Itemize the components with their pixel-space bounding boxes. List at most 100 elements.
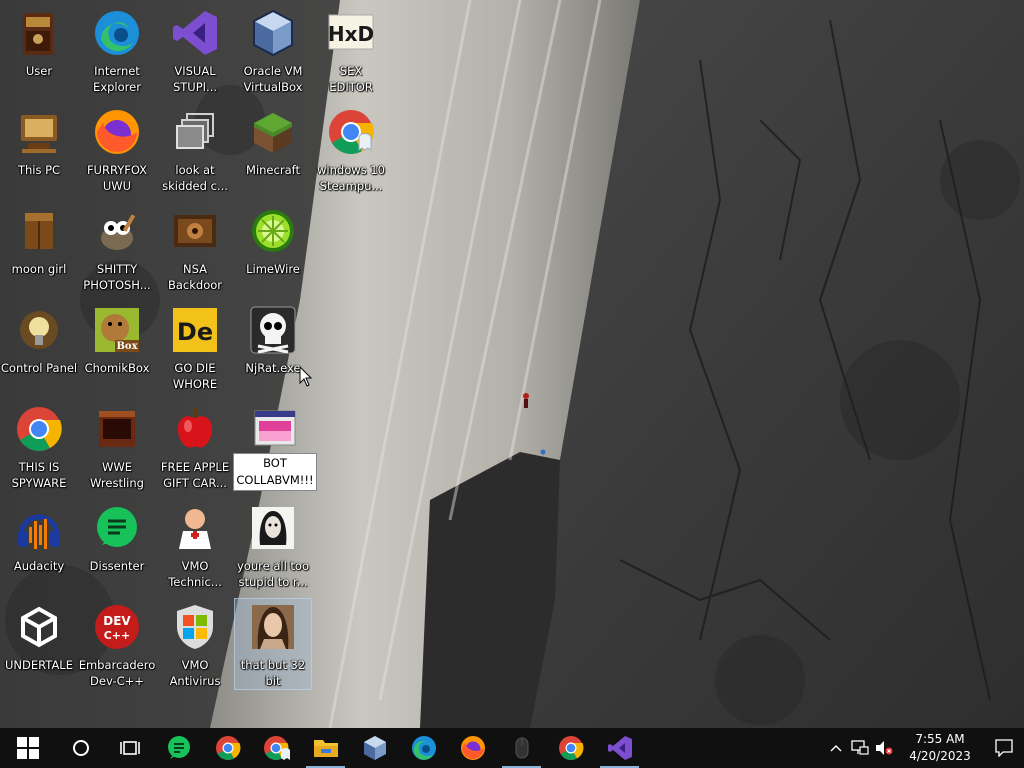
desktop-icon-label: GO DIE WHORE xyxy=(172,361,218,391)
mouse-cursor-icon xyxy=(299,365,313,392)
audacity-headphones-icon xyxy=(15,504,63,552)
desktop-icon-undertale[interactable]: UNDERTALE xyxy=(0,598,78,690)
desktop-icon-label: Control Panel xyxy=(0,361,78,375)
taskbar-clock[interactable]: 7:55 AM 4/20/2023 xyxy=(896,731,984,765)
desktop-icon-audacity[interactable]: Audacity xyxy=(0,499,78,591)
desktop-icon-label: Oracle VM VirtualBox xyxy=(243,64,303,94)
edge-icon xyxy=(93,9,141,57)
desktop-icon-control-panel[interactable]: Control Panel xyxy=(0,301,78,393)
desktop-icon-label: UNDERTALE xyxy=(5,658,73,672)
taskbar-dissenter[interactable] xyxy=(154,728,203,768)
system-tray: 7:55 AM 4/20/2023 xyxy=(824,728,1024,768)
desktop-icon-label: Embarcadero Dev-C++ xyxy=(78,658,156,688)
desktop-icon-that-but-32-bit[interactable]: that but 32 bit xyxy=(234,598,312,690)
minecraft-grass-block-icon xyxy=(249,108,297,156)
chrome-icon xyxy=(215,736,240,761)
taskbar-mouse-app[interactable] xyxy=(497,728,546,768)
start-button[interactable] xyxy=(0,728,56,768)
chrome-ghost-icon xyxy=(327,108,375,156)
windows-shield-icon xyxy=(171,603,219,651)
edge-icon xyxy=(411,736,436,760)
desktop-icon-free-apple-gift-card[interactable]: FREE APPLE GIFT CAR... xyxy=(156,400,234,492)
desktop-icon-dev-cpp[interactable]: DEV C++ Embarcadero Dev-C++ xyxy=(78,598,156,690)
desktop-icon-visual-studio[interactable]: VISUAL STUPI... xyxy=(156,4,234,96)
desktop-icon-dissenter[interactable]: Dissenter xyxy=(78,499,156,591)
desktop-icon-virtualbox[interactable]: Oracle VM VirtualBox xyxy=(234,4,312,96)
desktop-icon-youre-all-too-stupid[interactable]: youre all too stupid to r... xyxy=(234,499,312,591)
desktop-icon-this-pc[interactable]: This PC xyxy=(0,103,78,195)
search-circle-icon xyxy=(72,740,89,756)
taskbar-chrome-steampunk[interactable] xyxy=(252,728,301,768)
taskbar-firefox[interactable] xyxy=(448,728,497,768)
desktop-icon-vmo-antivirus[interactable]: VMO Antivirus xyxy=(156,598,234,690)
desktop-icon-sex-editor[interactable]: HxD SEX EDITOR xyxy=(312,4,390,96)
desktop-icon-label: youre all too stupid to r... xyxy=(236,559,309,589)
desktop-icon-bot-collabvm[interactable]: BOT COLLABVM!!! .exe xyxy=(232,400,318,492)
network-status-button[interactable] xyxy=(848,728,872,768)
desktop-icon-go-die[interactable]: De GO DIE WHORE xyxy=(156,301,234,393)
desktop-icon-furryfox[interactable]: FURRYFOX UWU xyxy=(78,103,156,195)
desktop-icon-label: NSA Backdoor xyxy=(167,262,223,292)
taskbar-virtualbox[interactable] xyxy=(350,728,399,768)
network-icon xyxy=(851,740,869,755)
desktop-icon-wwe-wrestling[interactable]: WWE Wrestling xyxy=(78,400,156,492)
taskbar: 7:55 AM 4/20/2023 xyxy=(0,728,1024,768)
volume-button[interactable] xyxy=(872,728,896,768)
action-center-button[interactable] xyxy=(984,728,1024,768)
desktop-icon-limewire[interactable]: LimeWire xyxy=(234,202,312,294)
desktop-icon-label: SHITTY PHOTOSH... xyxy=(83,262,151,292)
visual-studio-icon xyxy=(607,736,632,760)
visual-studio-icon xyxy=(171,9,219,57)
devcpp-text-line1: DEV xyxy=(103,614,131,628)
desktop-icon-label: ChomikBox xyxy=(84,361,150,375)
desktop-icon-moon-girl[interactable]: moon girl xyxy=(0,202,78,294)
desktop-icon-nsa-backdoor[interactable]: NSA Backdoor xyxy=(156,202,234,294)
task-view-button[interactable] xyxy=(105,728,154,768)
speaker-muted-icon xyxy=(876,741,893,755)
taskbar-file-explorer[interactable] xyxy=(301,728,350,768)
desktop-icon-vmo-technician[interactable]: VMO Technic... xyxy=(156,499,234,591)
desktop-icon-windows-10-steampunk[interactable]: windows 10 Steampu... xyxy=(312,103,390,195)
desktop-icon-minecraft[interactable]: Minecraft xyxy=(234,103,312,195)
user-folder-icon xyxy=(15,9,63,57)
portrait-sketch-icon xyxy=(249,504,297,552)
computer-icon xyxy=(15,108,63,156)
chrome-icon xyxy=(558,736,583,761)
taskbar-edge[interactable] xyxy=(399,728,448,768)
desktop-icon-label: that but 32 bit xyxy=(240,658,306,688)
lightbulb-icon xyxy=(15,306,63,354)
virtualbox-cube-icon xyxy=(249,9,297,57)
show-hidden-icons-button[interactable] xyxy=(824,728,848,768)
search-button[interactable] xyxy=(56,728,105,768)
skull-icon xyxy=(249,306,297,354)
dissenter-chat-icon xyxy=(93,504,141,552)
desktop-icon-label: BOT COLLABVM!!! .exe xyxy=(233,453,317,491)
desktop-icon-chomikbox[interactable]: Box ChomikBox xyxy=(78,301,156,393)
desktop-icon-internet-explorer[interactable]: Internet Explorer xyxy=(78,4,156,96)
desktop-icon-this-is-spyware[interactable]: THIS IS SPYWARE xyxy=(0,400,78,492)
stacked-windows-icon xyxy=(171,108,219,156)
wooden-box-icon xyxy=(15,207,63,255)
gimp-icon xyxy=(93,207,141,255)
hxd-editor-icon: HxD xyxy=(327,9,375,57)
desktop-icon-user[interactable]: User xyxy=(0,4,78,96)
taskbar-chrome[interactable] xyxy=(203,728,252,768)
desktop-icon-label: Internet Explorer xyxy=(93,64,141,94)
hxd-text: HxD xyxy=(328,22,374,46)
desktop-icon-grid: User This PC moon girl Control Panel THI… xyxy=(0,0,1024,728)
taskbar-visual-studio[interactable] xyxy=(595,728,644,768)
desktop-icon-shitty-photoshop[interactable]: SHITTY PHOTOSH... xyxy=(78,202,156,294)
chrome-icon xyxy=(15,405,63,453)
desktop-icon-label: Audacity xyxy=(13,559,65,573)
portrait-painting-icon xyxy=(249,603,297,651)
firefox-icon xyxy=(460,736,485,760)
windows-logo-icon xyxy=(17,737,39,759)
desktop-icon-label: LimeWire xyxy=(246,262,300,276)
clock-time: 7:55 AM xyxy=(915,732,965,746)
de-logo-text: De xyxy=(177,318,213,346)
taskbar-chrome-2[interactable] xyxy=(546,728,595,768)
chevron-up-icon xyxy=(830,745,842,752)
notification-icon xyxy=(995,739,1013,757)
desktop-icon-label: moon girl xyxy=(11,262,67,276)
desktop-icon-look-at-skidded[interactable]: look at skidded c... xyxy=(156,103,234,195)
